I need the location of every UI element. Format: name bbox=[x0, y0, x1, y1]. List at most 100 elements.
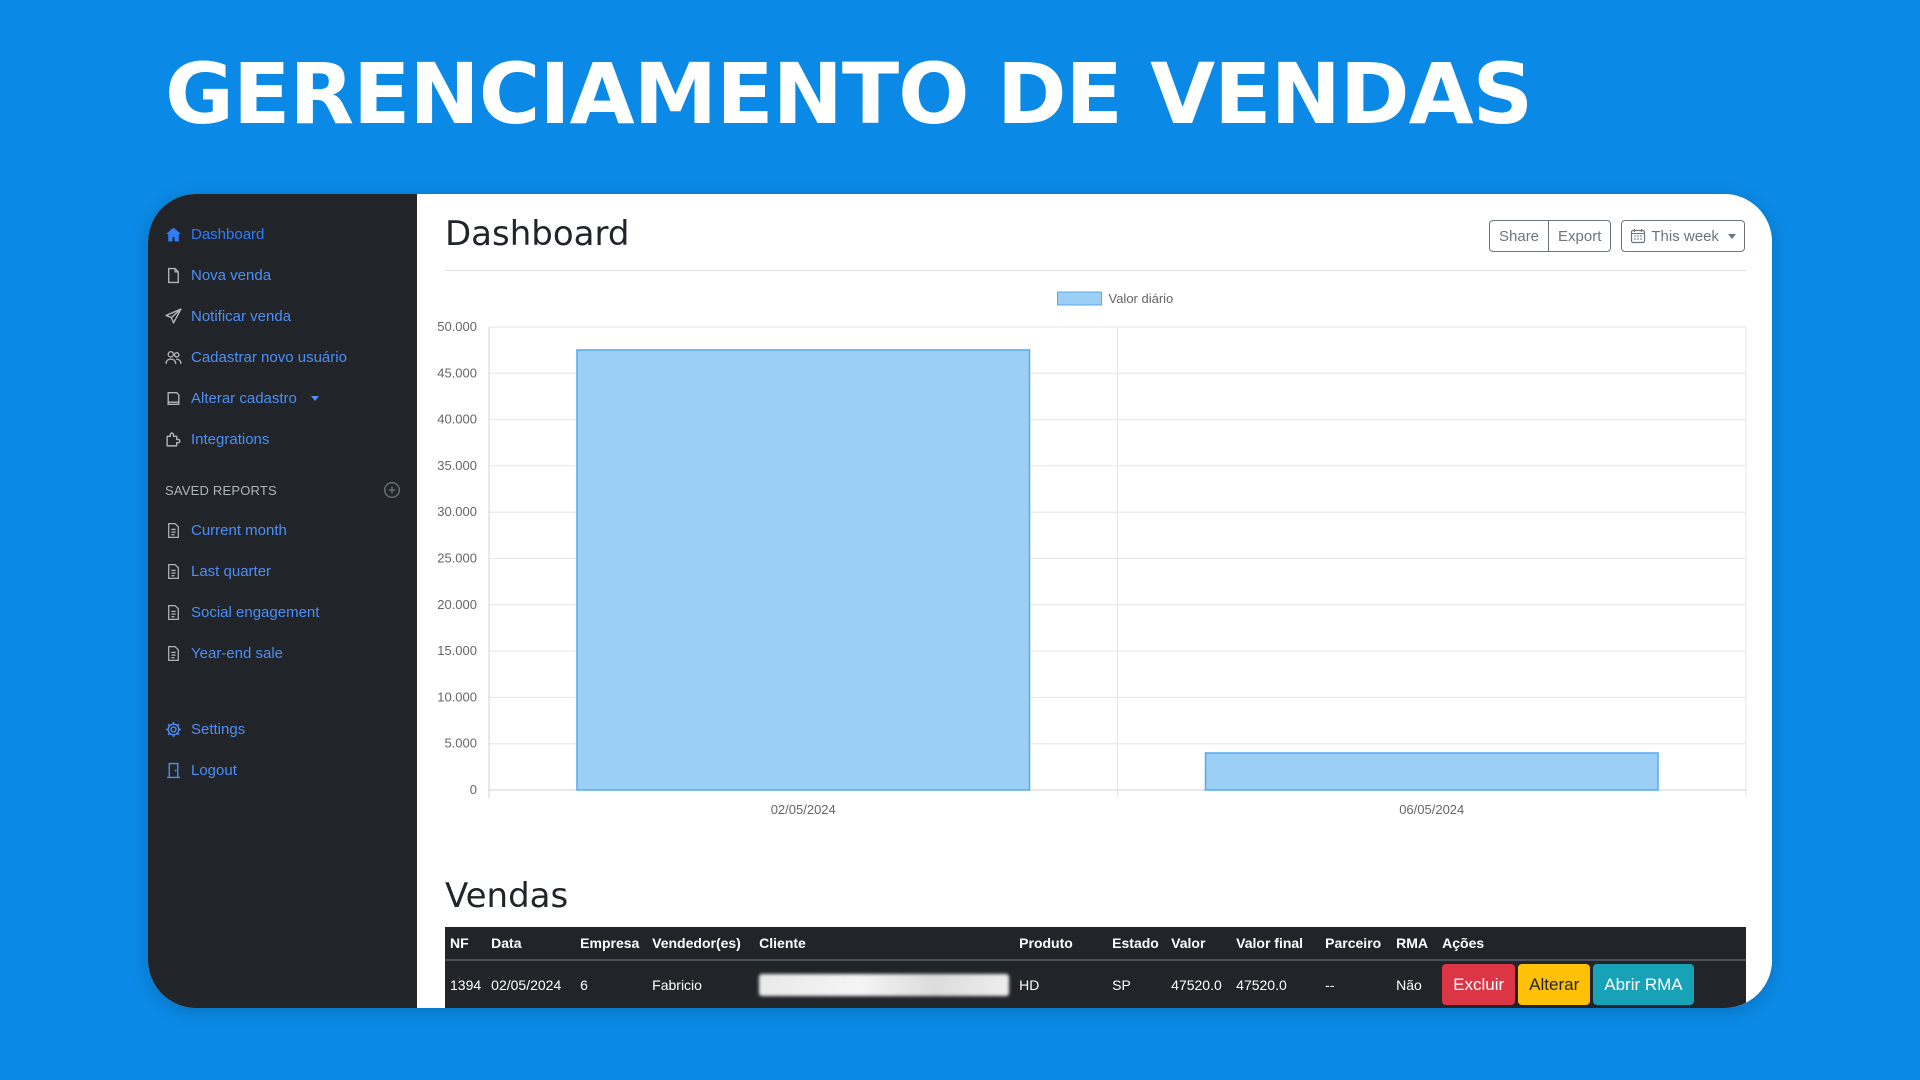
sales-table: NF Data Empresa Vendedor(es) Cliente Produto E… bbox=[445, 927, 1746, 1008]
cell-cliente bbox=[754, 960, 1014, 1008]
report-label: Social engagement bbox=[191, 604, 320, 621]
cell-parceiro: -- bbox=[1325, 976, 1335, 993]
y-tick-label: 10.000 bbox=[437, 689, 477, 704]
export-button[interactable]: Export bbox=[1548, 220, 1612, 252]
sidebar-bottom-nav: Settings Logout bbox=[165, 709, 417, 791]
sidebar-nav: Dashboard Nova venda Notificar venda Cad… bbox=[165, 214, 417, 460]
chevron-down-icon bbox=[1727, 233, 1736, 239]
report-label: Year-end sale bbox=[191, 645, 284, 662]
column-header: Valor final bbox=[1231, 927, 1321, 961]
y-tick-label: 30.000 bbox=[437, 504, 477, 519]
edit-button[interactable]: Alterar bbox=[1518, 964, 1591, 1005]
cell-rma: Não bbox=[1396, 976, 1422, 993]
report-last-quarter[interactable]: Last quarter bbox=[165, 551, 417, 592]
sales-table-wrapper: NF Data Empresa Vendedor(es) Cliente Produto E… bbox=[445, 927, 1746, 1008]
column-header: Data bbox=[486, 927, 576, 961]
saved-reports-heading: SAVED REPORTS bbox=[165, 480, 401, 500]
column-header: Vendedor(es) bbox=[647, 927, 755, 961]
app-window: Dashboard Nova venda Notificar venda Cad… bbox=[148, 194, 1772, 1008]
sidebar-item-label: Nova venda bbox=[191, 267, 272, 284]
column-header: Estado bbox=[1107, 927, 1167, 961]
header-divider bbox=[445, 270, 1746, 271]
y-tick-label: 45.000 bbox=[437, 365, 477, 380]
sidebar-item-label: Cadastrar novo usuário bbox=[191, 349, 347, 366]
cell-valor: 47520.0 bbox=[1171, 976, 1222, 993]
door-icon bbox=[167, 762, 180, 779]
sales-section-title: Vendas bbox=[445, 876, 569, 916]
redacted-client bbox=[759, 973, 1010, 996]
sidebar-item-dashboard[interactable]: Dashboard bbox=[165, 214, 417, 255]
cell-vendedor: Fabricio bbox=[652, 976, 702, 993]
x-tick-label: 06/05/2024 bbox=[1399, 802, 1464, 817]
period-label: This week bbox=[1651, 227, 1719, 245]
sidebar-item-label: Dashboard bbox=[191, 226, 265, 243]
cell-estado: SP bbox=[1112, 976, 1131, 993]
calendar-icon bbox=[1631, 229, 1646, 244]
period-dropdown[interactable]: This week bbox=[1621, 220, 1745, 252]
bar bbox=[576, 349, 1031, 791]
report-social-engagement[interactable]: Social engagement bbox=[165, 592, 417, 633]
saved-reports-list: Current month Last quarter Social engage… bbox=[165, 510, 417, 674]
layers-icon bbox=[167, 391, 180, 406]
column-header: NF bbox=[445, 927, 487, 961]
file-text-icon bbox=[168, 563, 179, 580]
table-header-row: NF Data Empresa Vendedor(es) Cliente Produto E… bbox=[445, 927, 1746, 961]
sidebar-item-label: Alterar cadastro bbox=[191, 390, 297, 407]
column-header: Ações bbox=[1437, 927, 1746, 961]
y-tick-label: 40.000 bbox=[437, 412, 477, 427]
y-tick-label: 35.000 bbox=[437, 458, 477, 473]
file-text-icon bbox=[168, 645, 179, 662]
y-tick-label: 25.000 bbox=[437, 551, 477, 566]
puzzle-icon bbox=[166, 432, 181, 447]
page-title: Dashboard bbox=[445, 214, 630, 254]
y-tick-label: 15.000 bbox=[437, 643, 477, 658]
report-label: Last quarter bbox=[191, 563, 272, 580]
sidebar-item-label: Integrations bbox=[191, 431, 270, 448]
sidebar-item-notificar-venda[interactable]: Notificar venda bbox=[165, 296, 417, 337]
column-header: Produto bbox=[1014, 927, 1108, 961]
cell-nf: 1394 bbox=[450, 976, 482, 993]
cell-valor-final: 47520.0 bbox=[1236, 976, 1287, 993]
column-header: Empresa bbox=[575, 927, 648, 961]
delete-button[interactable]: Excluir bbox=[1442, 964, 1516, 1005]
plus-circle-icon[interactable] bbox=[383, 481, 401, 499]
sidebar-item-nova-venda[interactable]: Nova venda bbox=[165, 255, 417, 296]
send-icon bbox=[165, 308, 182, 324]
sidebar-item-alterar-cadastro[interactable]: Alterar cadastro bbox=[165, 378, 417, 419]
report-year-end-sale[interactable]: Year-end sale bbox=[165, 633, 417, 674]
sidebar-item-logout[interactable]: Logout bbox=[165, 750, 417, 791]
report-current-month[interactable]: Current month bbox=[165, 510, 417, 551]
banner-title: GERENCIAMENTO DE VENDAS bbox=[165, 45, 1533, 143]
column-header: Valor bbox=[1166, 927, 1232, 961]
cell-data: 02/05/2024 bbox=[491, 976, 562, 993]
sidebar-item-label: Logout bbox=[191, 762, 237, 779]
column-header: Parceiro bbox=[1320, 927, 1392, 961]
bar bbox=[1204, 752, 1659, 791]
y-tick-label: 50.000 bbox=[437, 319, 477, 334]
file-text-icon bbox=[168, 604, 179, 621]
y-tick-label: 20.000 bbox=[437, 597, 477, 612]
column-header: RMA bbox=[1391, 927, 1438, 961]
toolbar: Share Export This week bbox=[1489, 220, 1745, 252]
legend-label: Valor diário bbox=[1109, 291, 1174, 306]
main-content: Dashboard Share Export This week Valor d… bbox=[417, 194, 1772, 1008]
sidebar: Dashboard Nova venda Notificar venda Cad… bbox=[148, 194, 417, 1008]
share-button[interactable]: Share bbox=[1489, 220, 1550, 252]
table-row: 1394 02/05/2024 6 Fabricio HD SP 47520.0… bbox=[445, 960, 1746, 1008]
sidebar-item-integrations[interactable]: Integrations bbox=[165, 419, 417, 460]
file-text-icon bbox=[168, 522, 179, 539]
saved-reports-label: SAVED REPORTS bbox=[165, 482, 277, 498]
file-icon bbox=[168, 267, 179, 284]
sidebar-item-settings[interactable]: Settings bbox=[165, 709, 417, 750]
open-rma-button[interactable]: Abrir RMA bbox=[1593, 964, 1694, 1005]
sales-chart: Valor diário 0 5.000 10.000 15.000 20.000 25.0… bbox=[437, 291, 1747, 817]
y-tick-label: 5.000 bbox=[444, 736, 477, 751]
sidebar-item-cadastrar-usuario[interactable]: Cadastrar novo usuário bbox=[165, 337, 417, 378]
sidebar-item-label: Settings bbox=[191, 721, 246, 738]
users-icon bbox=[165, 350, 182, 364]
gear-icon bbox=[166, 722, 181, 737]
column-header: Cliente bbox=[754, 927, 1015, 961]
x-tick-label: 02/05/2024 bbox=[771, 802, 836, 817]
sidebar-item-label: Notificar venda bbox=[191, 308, 292, 325]
y-tick-label: 0 bbox=[470, 782, 477, 797]
